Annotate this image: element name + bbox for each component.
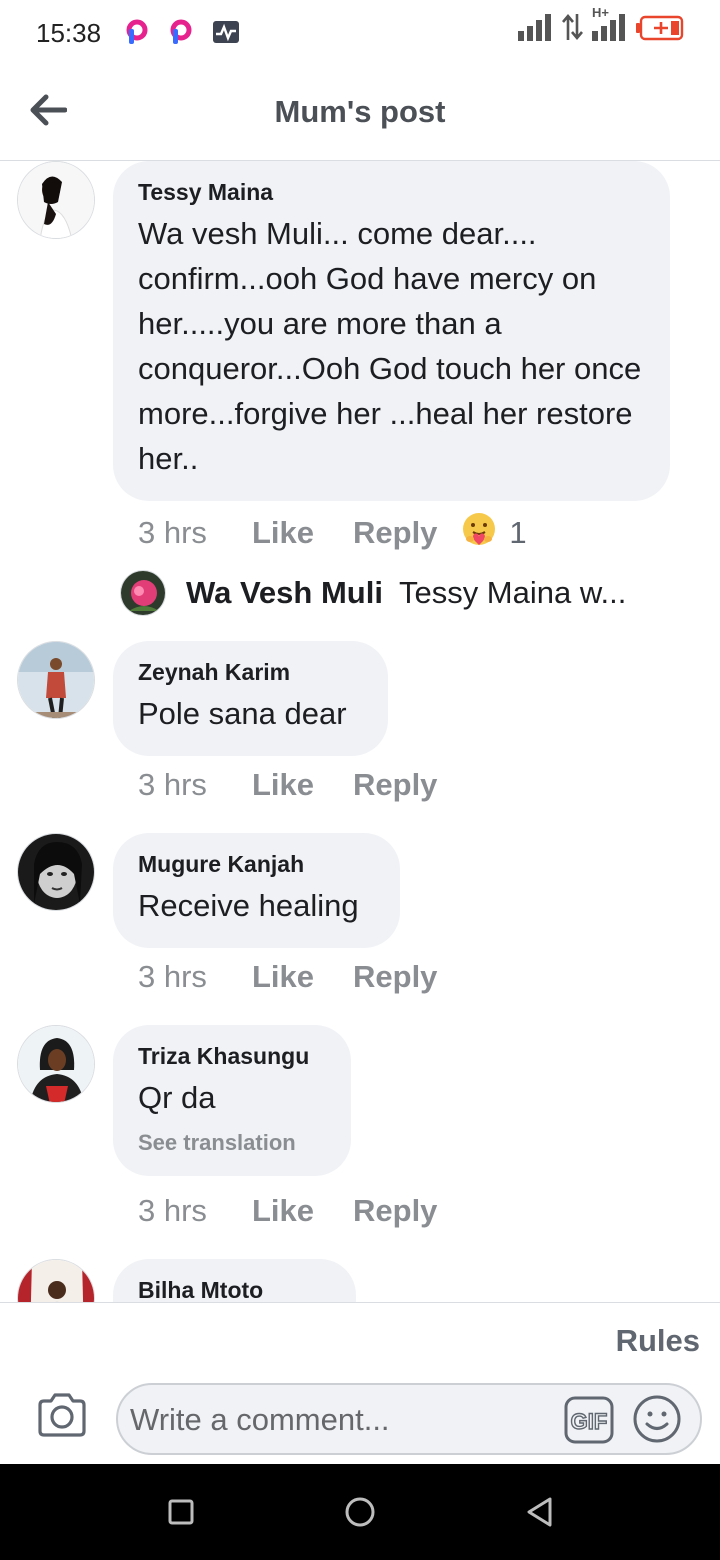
- reaction-summary[interactable]: 1: [461, 511, 527, 555]
- status-icons: H+: [518, 5, 684, 46]
- gif-button[interactable]: GIF: [564, 1396, 614, 1444]
- reply-author: Wa Vesh Muli: [186, 575, 383, 610]
- camera-icon: [36, 1393, 88, 1443]
- comment-text: Receive healing: [138, 888, 359, 923]
- comment-bubble: Triza Khasungu Qr da See translation: [113, 1025, 351, 1176]
- comment-actions: 3 hrs Like Reply: [138, 1193, 437, 1229]
- picsart-icon: [124, 19, 150, 45]
- reply-button[interactable]: Reply: [353, 1193, 437, 1229]
- comment-bubble: Zeynah Karim Pole sana dear: [113, 641, 388, 756]
- network-type-label: H+: [592, 5, 609, 20]
- avatar[interactable]: [17, 833, 95, 911]
- like-button[interactable]: Like: [252, 1193, 353, 1229]
- battery-low-icon: [636, 15, 684, 46]
- avatar[interactable]: [17, 161, 95, 239]
- data-arrows-icon: [562, 13, 584, 46]
- gif-label: GIF: [571, 1409, 608, 1434]
- camera-button[interactable]: [36, 1391, 88, 1439]
- comment-bubble: Bilha Mtoto: [113, 1259, 356, 1302]
- recent-apps-icon: [161, 1499, 201, 1536]
- recent-apps-button[interactable]: [161, 1492, 201, 1532]
- reply-button[interactable]: Reply: [353, 767, 437, 803]
- status-bar: 15:38 H+: [0, 0, 720, 66]
- smiley-icon: [632, 1395, 682, 1448]
- see-translation-link[interactable]: See translation: [138, 1130, 325, 1156]
- back-triangle-icon: [520, 1497, 560, 1536]
- rules-link[interactable]: Rules: [616, 1323, 700, 1359]
- reply-snippet: Tessy Maina w...: [398, 575, 627, 610]
- comment-text: Wa vesh Muli... come dear.... confirm...…: [138, 216, 642, 476]
- reply-preview[interactable]: Wa Vesh Muli Tessy Maina w...: [120, 568, 651, 618]
- comment-time: 3 hrs: [138, 767, 207, 802]
- comment-time: 3 hrs: [138, 959, 207, 994]
- comment-author[interactable]: Bilha Mtoto: [138, 1275, 330, 1302]
- comment-actions: 3 hrs Like Reply: [138, 767, 437, 803]
- like-button[interactable]: Like: [252, 515, 353, 551]
- header: Mum's post: [0, 66, 720, 161]
- comment-bubble: Tessy Maina Wa vesh Muli... come dear...…: [113, 161, 670, 501]
- reply-button[interactable]: Reply: [353, 959, 437, 995]
- comment-actions: 3 hrs Like Reply: [138, 959, 437, 995]
- comment-time: 3 hrs: [138, 1193, 207, 1228]
- home-icon: [340, 1497, 380, 1536]
- activity-monitor-icon: [212, 19, 239, 45]
- comment-author[interactable]: Mugure Kanjah: [138, 849, 374, 879]
- nav-back-button[interactable]: [520, 1492, 560, 1532]
- care-emoji-icon: [461, 511, 497, 555]
- like-button[interactable]: Like: [252, 959, 353, 995]
- comment-box: GIF: [116, 1383, 702, 1455]
- picsart-icon: [168, 19, 194, 45]
- reply-button[interactable]: Reply: [353, 515, 437, 551]
- avatar[interactable]: [17, 1025, 95, 1103]
- status-time: 15:38: [36, 18, 102, 48]
- signal-icon: [518, 13, 554, 46]
- h-plus-signal-icon: H+: [592, 5, 628, 46]
- comment-bubble: Mugure Kanjah Receive healing: [113, 833, 400, 948]
- system-nav-bar: [0, 1464, 720, 1560]
- avatar: [120, 570, 166, 616]
- comment-input[interactable]: [130, 1395, 550, 1445]
- comments-list: Tessy Maina Wa vesh Muli... come dear...…: [0, 161, 720, 1302]
- like-button[interactable]: Like: [252, 767, 353, 803]
- avatar[interactable]: [17, 1259, 95, 1302]
- reaction-count: 1: [509, 515, 527, 550]
- avatar[interactable]: [17, 641, 95, 719]
- home-button[interactable]: [340, 1492, 380, 1532]
- comment-composer: Rules GIF: [0, 1302, 720, 1464]
- comment-text: Pole sana dear: [138, 696, 347, 731]
- comment-actions: 3 hrs Like Reply 1: [138, 511, 527, 555]
- comment-time: 3 hrs: [138, 515, 207, 550]
- comment-author[interactable]: Zeynah Karim: [138, 657, 362, 687]
- comment-author[interactable]: Tessy Maina: [138, 177, 644, 207]
- comment-author[interactable]: Triza Khasungu: [138, 1041, 325, 1071]
- comment-text: Qr da: [138, 1080, 216, 1115]
- emoji-button[interactable]: [632, 1394, 682, 1444]
- page-title: Mum's post: [274, 94, 446, 129]
